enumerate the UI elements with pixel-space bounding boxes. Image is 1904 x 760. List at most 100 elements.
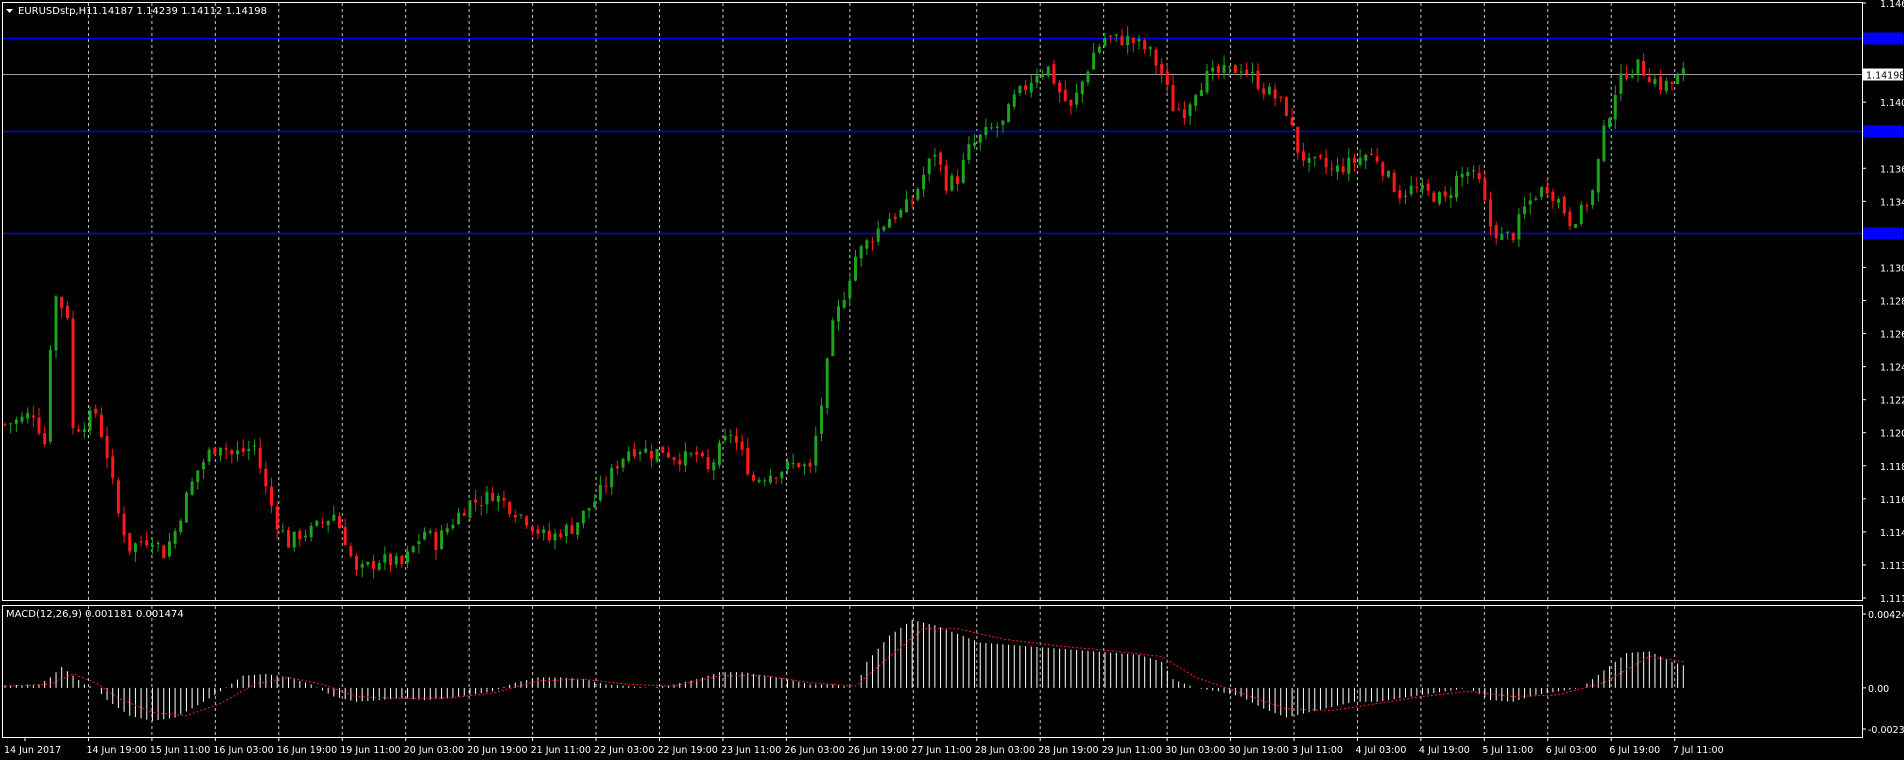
candle-bearish [1381, 162, 1385, 176]
candle-bearish [1290, 117, 1294, 126]
candle-bullish [440, 530, 444, 550]
candle-bullish [196, 470, 200, 483]
candle-bearish [474, 499, 478, 503]
candle-bearish [734, 436, 738, 443]
candle-bearish [37, 417, 41, 434]
candle-bearish [287, 530, 290, 548]
candle-bullish [1540, 187, 1544, 197]
candle-bullish [610, 467, 614, 488]
candle-bullish [990, 127, 994, 129]
candle-bullish [967, 144, 971, 160]
candle-bullish [564, 525, 568, 537]
candle-bearish [343, 527, 347, 546]
symbol-label: EURUSDstp,H1 [18, 6, 93, 17]
candle-bullish [423, 531, 427, 540]
candle-bullish [712, 462, 716, 471]
candle-bearish [751, 474, 755, 481]
candle-bearish [224, 448, 228, 450]
candle-bullish [184, 492, 188, 523]
candle-bullish [485, 491, 489, 505]
candle-bearish [43, 433, 47, 445]
time-tick-label: 28 Jun 03:00 [975, 745, 1035, 756]
candle-bullish [859, 246, 863, 259]
candle-bullish [411, 546, 415, 553]
candle-bullish [888, 218, 892, 228]
time-tick-label: 30 Jun 19:00 [1229, 745, 1289, 756]
time-tick-label: 26 Jun 03:00 [784, 745, 844, 756]
candle-bearish [479, 504, 483, 506]
candle-bullish [1591, 190, 1595, 206]
candle-bullish [922, 174, 926, 190]
candle-bearish [1324, 158, 1328, 168]
candle-bearish [65, 305, 69, 319]
candle-bullish [791, 462, 795, 464]
candle-bearish [389, 553, 393, 565]
candle-bullish [729, 435, 733, 437]
time-tick-label: 3 Jul 11:00 [1292, 745, 1343, 756]
candle-bullish [842, 299, 846, 308]
candle-bullish [717, 442, 721, 465]
candle-bullish [451, 524, 455, 529]
time-tick-label: 16 Jun 19:00 [277, 745, 337, 756]
candle-bearish [1352, 157, 1356, 163]
price-tick-label: 1.14615 [1880, 0, 1904, 10]
candle-bearish [1284, 97, 1288, 116]
candle-bullish [1386, 171, 1390, 177]
candle-bullish [218, 447, 222, 456]
candle-bearish [105, 435, 109, 459]
candle-bearish [944, 165, 948, 191]
candle-bullish [1517, 214, 1521, 240]
candle-bearish [269, 486, 273, 506]
candle-bearish [706, 457, 710, 470]
price-tick-label: 1.11300 [1880, 561, 1904, 572]
candle-bullish [1205, 70, 1209, 93]
time-tick-label: 22 Jun 19:00 [658, 745, 718, 756]
candle-bullish [916, 188, 920, 200]
candle-bullish [984, 127, 988, 136]
candle-bullish [961, 159, 965, 183]
candle-bearish [1154, 49, 1158, 66]
candle-bullish [173, 531, 177, 544]
candle-bearish [513, 515, 517, 518]
candle-bearish [1131, 38, 1135, 44]
time-tick-label: 6 Jul 03:00 [1546, 745, 1597, 756]
candle-bearish [1494, 225, 1498, 239]
candle-bearish [264, 468, 268, 487]
time-tick-label: 4 Jul 03:00 [1355, 745, 1406, 756]
trading-chart[interactable]: 1.14615 1.14030 1.13640 1.13445 1.13055 1.128… [0, 0, 1904, 760]
candle-bearish [1545, 186, 1549, 194]
candle-bullish [683, 451, 687, 466]
price-tick-label: 1.13055 [1880, 263, 1904, 274]
candle-bearish [372, 560, 376, 569]
candle-bullish [1557, 199, 1561, 203]
candle-bullish [723, 436, 727, 441]
candle-bearish [1301, 151, 1305, 161]
candle-bearish [1182, 109, 1186, 119]
candle-bearish [230, 450, 234, 455]
current-price-label: 1.14198 [1866, 71, 1904, 82]
candle-bullish [496, 495, 500, 502]
level-price-tag [1863, 125, 1903, 138]
candle-bullish [638, 451, 642, 455]
time-tick-label: 19 Jun 11:00 [340, 745, 400, 756]
candle-bullish [1358, 158, 1362, 165]
candle-bullish [836, 306, 840, 322]
candle-bearish [1024, 85, 1028, 91]
candle-bullish [802, 464, 806, 467]
candle-bearish [1318, 155, 1322, 157]
candle-bearish [298, 530, 302, 540]
candle-bearish [525, 516, 529, 526]
candle-bullish [82, 429, 86, 432]
candle-bearish [1477, 172, 1481, 180]
time-tick-label: 29 Jun 11:00 [1102, 745, 1162, 756]
candle-bullish [14, 419, 18, 424]
candle-bearish [1443, 191, 1447, 197]
time-tick-label: 4 Jul 19:00 [1419, 745, 1470, 756]
candle-bullish [587, 508, 591, 511]
candle-bullish [1313, 156, 1317, 159]
candle-bullish [309, 526, 313, 538]
candle-bullish [1608, 118, 1612, 128]
candle-bearish [695, 452, 699, 455]
candle-bullish [763, 480, 767, 482]
candle-bullish [644, 448, 648, 453]
